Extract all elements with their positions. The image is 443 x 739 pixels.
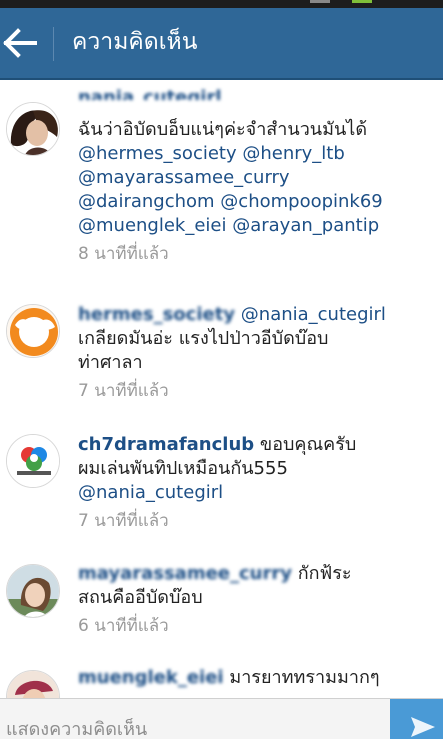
comment-timestamp: 6 นาทีที่แล้ว — [78, 616, 169, 636]
appbar-divider — [53, 27, 54, 61]
battery-indicator — [352, 0, 372, 3]
app-bar: ความคิดเห็น — [0, 8, 443, 80]
comment-text-line: ผมเล่นพันทิปเหมือนกัน555 — [78, 458, 288, 479]
avatar[interactable] — [6, 304, 60, 358]
comment-body: ch7dramafanclub ขอบคุณครับ ผมเล่นพันทิปเ… — [78, 433, 437, 533]
comment-body: nania_cutegirl ฉันว่าอิบัดบอ็บแน่ๆค่ะจำส… — [78, 87, 437, 266]
comment-input-bar — [0, 698, 443, 739]
comment-mention[interactable]: @nania_cutegirl — [241, 304, 386, 325]
comment-username[interactable]: muenglek_eiei — [78, 667, 224, 688]
comment-mentions[interactable]: @dairangchom @chompoopink69 — [78, 190, 437, 214]
comment-text: mayarassamee_curry กักฟ้ระ — [78, 562, 437, 586]
status-bar — [0, 0, 443, 8]
comment-body: hermes_society @nania_cutegirl เกลียดมัน… — [78, 303, 437, 403]
send-icon — [411, 717, 435, 737]
back-button[interactable] — [0, 8, 52, 78]
page-title: ความคิดเห็น — [72, 29, 198, 55]
comment-timestamp: 7 นาทีที่แล้ว — [78, 511, 169, 531]
comment-text-line: ท่าศาลา — [78, 352, 143, 373]
comment-text-start: มารยาททรามมากๆ — [229, 667, 380, 688]
comment-username[interactable]: mayarassamee_curry — [78, 563, 292, 584]
comment-username[interactable]: ch7dramafanclub — [78, 434, 254, 455]
comment-body: muenglek_eiei มารยาททรามมากๆ — [78, 666, 437, 690]
comment-text: hermes_society @nania_cutegirl — [78, 303, 437, 327]
comment-mention[interactable]: @nania_cutegirl — [78, 481, 437, 505]
avatar[interactable] — [6, 670, 60, 698]
avatar[interactable] — [6, 434, 60, 488]
comment-text-line: เกลียดมันอ่ะ แรงไปป่าวอีบัดบ๊อบ — [78, 328, 329, 349]
arrow-left-icon — [3, 28, 37, 58]
comment-text-start: กักฟ้ระ — [297, 563, 352, 584]
comment-text-line: สถนคืออีบัดบ๊อบ — [78, 587, 203, 608]
comment-username[interactable]: hermes_society — [78, 304, 235, 325]
avatar[interactable] — [6, 564, 60, 618]
comment-body: mayarassamee_curry กักฟ้ระ สถนคืออีบัดบ๊… — [78, 562, 437, 638]
comment-username[interactable]: nania_cutegirl — [78, 86, 437, 100]
comment-text-start: ขอบคุณครับ — [259, 434, 357, 455]
comment-input[interactable] — [0, 699, 388, 739]
comment-text: ฉันว่าอิบัดบอ็บแน่ๆค่ะจำสำนวนมันได้ — [78, 119, 368, 140]
send-button[interactable] — [390, 699, 443, 739]
comment-mentions[interactable]: @mayarassamee_curry — [78, 166, 437, 190]
comment-mentions[interactable]: @muenglek_eiei @arayan_pantip — [78, 214, 437, 238]
comment-list[interactable]: nania_cutegirl ฉันว่าอิบัดบอ็บแน่ๆค่ะจำส… — [0, 80, 443, 698]
avatar[interactable] — [6, 102, 60, 156]
comment-text: ch7dramafanclub ขอบคุณครับ — [78, 433, 437, 457]
status-indicator — [310, 0, 330, 3]
comment-text: muenglek_eiei มารยาททรามมากๆ — [78, 666, 437, 690]
comment-timestamp: 7 นาทีที่แล้ว — [78, 381, 169, 401]
comment-mentions[interactable]: @hermes_society @henry_ltb — [78, 142, 437, 166]
comment-timestamp: 8 นาทีที่แล้ว — [78, 244, 169, 264]
